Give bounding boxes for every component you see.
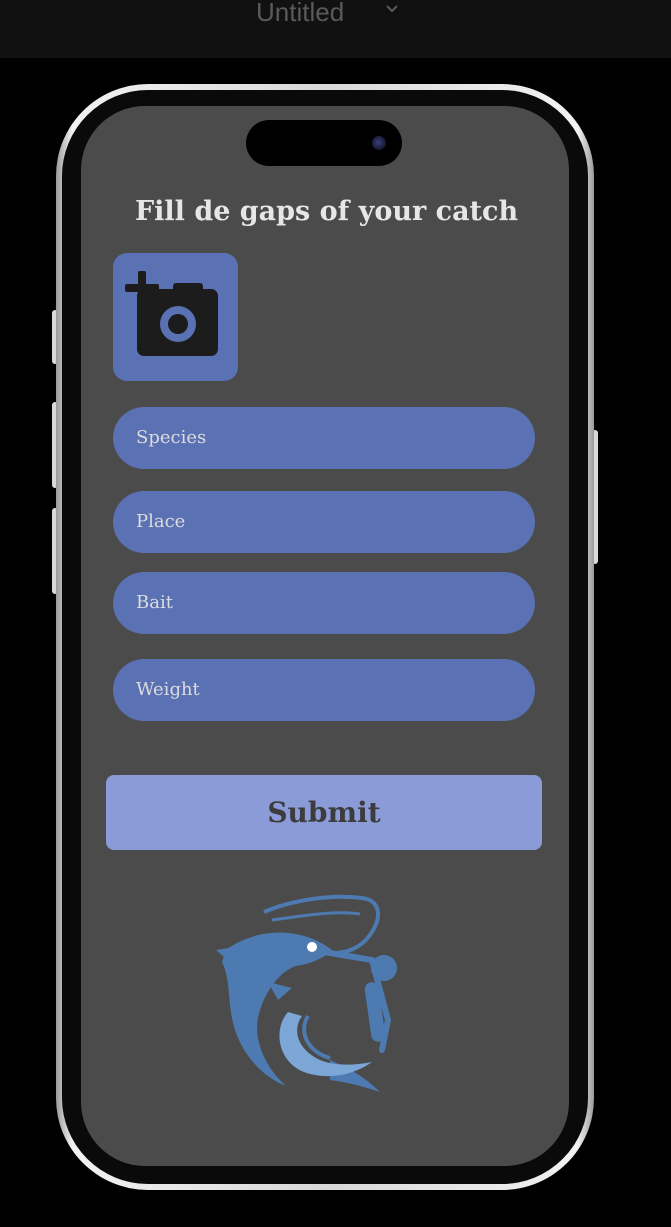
species-placeholder: Species <box>136 427 207 448</box>
submit-button[interactable]: Submit <box>106 775 542 850</box>
editor-top-bar: Untitled <box>0 0 671 58</box>
submit-button-label: Submit <box>267 796 381 829</box>
species-field[interactable]: Species <box>113 407 535 469</box>
document-title[interactable]: Untitled <box>256 0 344 30</box>
front-camera <box>372 136 386 150</box>
weight-placeholder: Weight <box>136 679 200 700</box>
add-photo-icon <box>125 271 218 356</box>
place-field[interactable]: Place <box>113 491 535 553</box>
chevron-down-icon[interactable] <box>384 0 400 20</box>
add-photo-button[interactable] <box>113 253 238 381</box>
weight-field[interactable]: Weight <box>113 659 535 721</box>
bait-placeholder: Bait <box>136 592 173 613</box>
place-placeholder: Place <box>136 511 186 532</box>
fish-hook-rod-logo <box>216 894 397 1092</box>
bait-field[interactable]: Bait <box>113 572 535 634</box>
page-title: Fill de gaps of your catch <box>135 196 519 227</box>
